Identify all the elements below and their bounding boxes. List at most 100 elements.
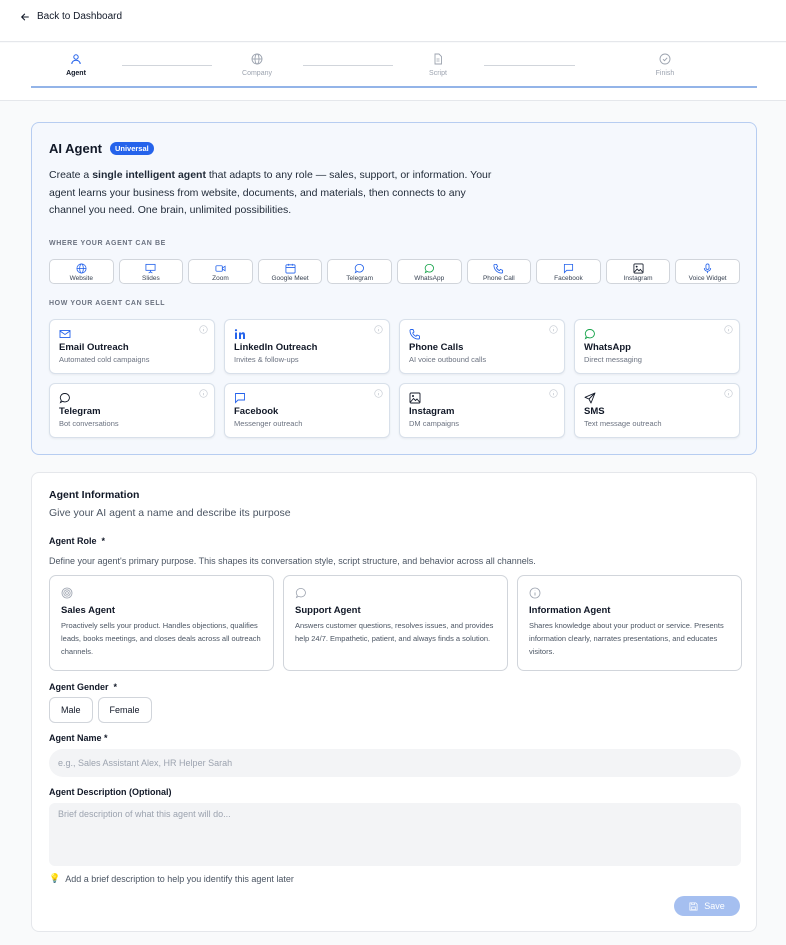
top-bar: Back to Dashboard: [0, 0, 786, 42]
channel-whatsapp[interactable]: WhatsApp: [396, 259, 462, 284]
sell-desc: Direct messaging: [584, 355, 642, 364]
sell-linkedin-outreach[interactable]: LinkedIn Outreach Invites & follow-ups: [224, 319, 390, 374]
agent-name-input[interactable]: e.g., Sales Assistant Alex, HR Helper Sa…: [49, 749, 741, 777]
page-title: AI Agent: [49, 141, 102, 156]
back-to-dashboard-link[interactable]: Back to Dashboard: [20, 11, 122, 22]
message-square-icon: [563, 263, 573, 274]
channel-label: Zoom: [212, 275, 229, 282]
progress-bar: [31, 86, 757, 88]
info-icon[interactable]: [724, 389, 733, 398]
sell-instagram[interactable]: Instagram DM campaigns: [399, 383, 565, 438]
channel-instagram[interactable]: Instagram: [605, 259, 671, 284]
sell-facebook[interactable]: Facebook Messenger outreach: [224, 383, 390, 438]
channel-voice-widget[interactable]: Voice Widget: [675, 259, 740, 284]
image-icon: [633, 263, 644, 274]
role-title: Support Agent: [295, 605, 361, 616]
info-icon[interactable]: [199, 325, 208, 334]
role-title: Sales Agent: [61, 605, 116, 616]
role-sales-agent[interactable]: Sales Agent Proactively sells your produ…: [49, 575, 274, 671]
progress-fill: [31, 86, 757, 88]
step-connector: [484, 65, 575, 66]
send-icon: [584, 392, 596, 404]
role-desc: Shares knowledge about your product or s…: [529, 621, 724, 656]
agent-name-placeholder: e.g., Sales Assistant Alex, HR Helper Sa…: [58, 758, 233, 768]
sell-title: Email Outreach: [59, 342, 129, 353]
presentation-icon: [145, 263, 156, 274]
globe-icon: [251, 53, 263, 65]
chat-bubble-icon: [59, 393, 70, 404]
agent-role-help: Define your agent's primary purpose. Thi…: [49, 556, 536, 566]
step-script[interactable]: Script: [408, 53, 468, 77]
step-label: Company: [242, 70, 272, 77]
info-icon[interactable]: [374, 325, 383, 334]
info-icon[interactable]: [549, 389, 558, 398]
channel-list: Website Slides Zoom Google Meet Telegram…: [49, 259, 740, 284]
user-icon: [71, 54, 81, 65]
tip-text: Add a brief description to help you iden…: [65, 873, 294, 884]
channel-telegram[interactable]: Telegram: [327, 259, 392, 284]
role-options: Sales Agent Proactively sells your produ…: [49, 575, 742, 671]
wizard-stepper: Agent Company Script Finish: [0, 43, 786, 101]
sell-desc: Invites & follow-ups: [234, 355, 299, 364]
sell-title: Phone Calls: [409, 342, 464, 353]
sell-desc: Text message outreach: [584, 419, 662, 428]
calendar-icon: [285, 263, 296, 274]
role-support-agent[interactable]: Support Agent Answers customer questions…: [283, 575, 508, 671]
sell-email-outreach[interactable]: Email Outreach Automated cold campaigns: [49, 319, 215, 374]
sell-title: Facebook: [234, 406, 279, 417]
image-icon: [409, 392, 421, 404]
mic-icon: [704, 263, 712, 274]
agent-description-textarea[interactable]: Brief description of what this agent wil…: [49, 803, 741, 866]
whatsapp-icon: [424, 263, 434, 274]
step-company[interactable]: Company: [227, 53, 287, 77]
agent-description-placeholder: Brief description of what this agent wil…: [58, 809, 231, 819]
info-icon[interactable]: [724, 325, 733, 334]
phone-icon: [493, 263, 504, 274]
arrow-left-icon: [21, 13, 29, 20]
agent-name-label: Agent Name *: [49, 733, 108, 743]
sell-methods-grid: Email Outreach Automated cold campaigns …: [49, 319, 740, 438]
step-agent[interactable]: Agent: [46, 53, 106, 77]
chat-bubble-icon: [354, 263, 365, 274]
channel-slides[interactable]: Slides: [118, 259, 184, 284]
channel-google-meet[interactable]: Google Meet: [257, 259, 323, 284]
channel-zoom[interactable]: Zoom: [188, 259, 253, 284]
channels-heading: WHERE YOUR AGENT CAN BE: [49, 240, 166, 247]
info-icon[interactable]: [549, 325, 558, 334]
sell-phone-calls[interactable]: Phone Calls AI voice outbound calls: [399, 319, 565, 374]
chat-bubble-icon: [295, 588, 306, 599]
info-icon[interactable]: [199, 389, 208, 398]
role-information-agent[interactable]: Information Agent Shares knowledge about…: [517, 575, 742, 671]
info-icon[interactable]: [374, 389, 383, 398]
mail-icon: [59, 330, 71, 338]
agent-role-label: Agent Role *: [49, 536, 106, 546]
sell-desc: Bot conversations: [59, 419, 119, 428]
section-subtitle: Give your AI agent a name and describe i…: [49, 507, 291, 519]
sell-telegram[interactable]: Telegram Bot conversations: [49, 383, 215, 438]
sell-desc: AI voice outbound calls: [409, 355, 487, 364]
video-icon: [215, 265, 226, 272]
channel-label: Instagram: [623, 275, 653, 282]
sell-sms[interactable]: SMS Text message outreach: [574, 383, 740, 438]
step-finish[interactable]: Finish: [635, 53, 695, 77]
channel-label: Website: [69, 275, 93, 282]
intro-text: Create a single intelligent agent that a…: [49, 169, 492, 216]
save-button[interactable]: Save: [674, 896, 740, 916]
sell-desc: Messenger outreach: [234, 419, 303, 428]
info-icon: [529, 587, 541, 599]
channel-facebook[interactable]: Facebook: [536, 259, 601, 284]
ai-agent-card: AI Agent Universal Create a single intel…: [31, 122, 757, 455]
channel-website[interactable]: Website: [49, 259, 114, 284]
sell-whatsapp[interactable]: WhatsApp Direct messaging: [574, 319, 740, 374]
step-label: Finish: [655, 70, 675, 77]
save-icon: [689, 901, 698, 911]
gender-female-button[interactable]: Female: [97, 697, 152, 723]
agent-description-label: Agent Description (Optional): [49, 787, 172, 797]
target-icon: [61, 587, 73, 599]
gender-male-button[interactable]: Male: [49, 697, 93, 723]
channel-label: Voice Widget: [688, 275, 727, 282]
gender-options: Male Female: [49, 697, 152, 723]
sell-heading: HOW YOUR AGENT CAN SELL: [49, 300, 166, 307]
channel-phone-call[interactable]: Phone Call: [466, 259, 532, 284]
channel-label: Google Meet: [271, 275, 309, 282]
